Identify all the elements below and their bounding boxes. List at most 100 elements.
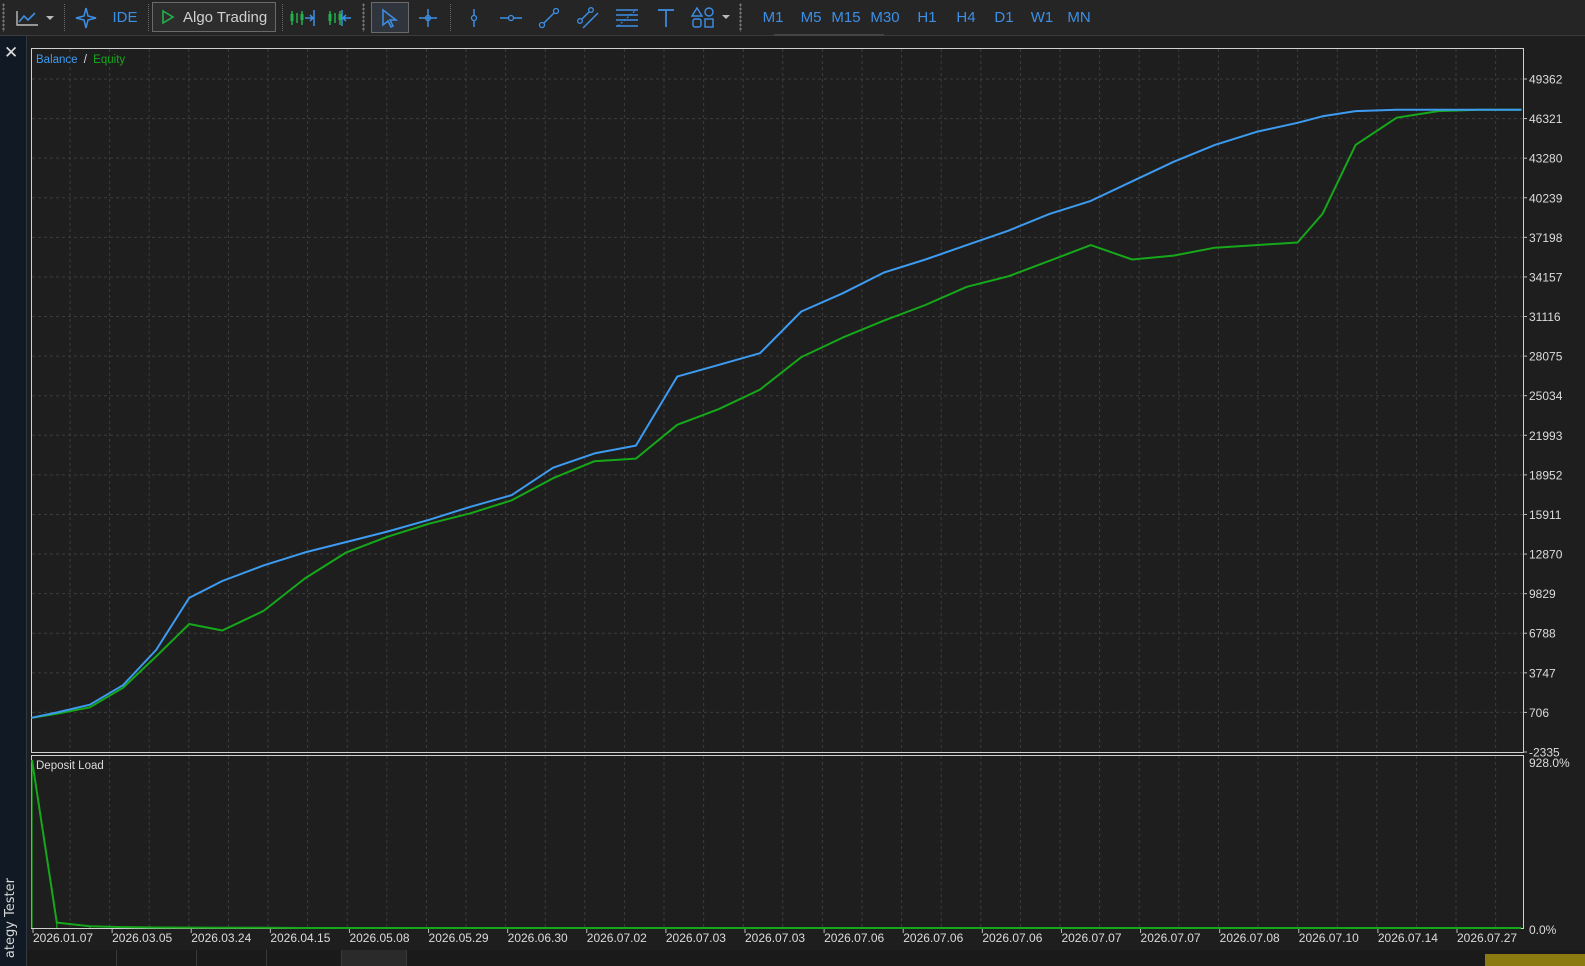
data-point-equity bbox=[221, 629, 224, 632]
deposit-load-bar bbox=[122, 927, 124, 928]
data-point-balance bbox=[1090, 200, 1092, 202]
x-tick-label: 2026.07.06 bbox=[982, 931, 1042, 945]
data-point-equity bbox=[1296, 241, 1299, 244]
legend-balance: Balance bbox=[36, 54, 78, 66]
data-point-equity bbox=[883, 319, 885, 322]
data-point-equity bbox=[345, 551, 348, 554]
chart-area[interactable]: 49362 46321 43280 40239 37198 34157 31116 28075… bbox=[0, 0, 1585, 966]
bottom-tab[interactable] bbox=[116, 950, 197, 966]
data-point-balance bbox=[345, 541, 348, 543]
data-point-equity bbox=[1354, 144, 1357, 146]
deposit-y-top-label: 928.0% bbox=[1529, 756, 1570, 770]
y-tick-label: 21993 bbox=[1529, 429, 1563, 443]
deposit-load-label: Deposit Load bbox=[36, 760, 104, 772]
data-point-balance bbox=[635, 444, 637, 447]
data-point-balance bbox=[841, 292, 844, 295]
data-point-equity bbox=[759, 388, 761, 391]
data-point-equity bbox=[924, 304, 927, 306]
data-point-balance bbox=[304, 551, 306, 554]
data-point-balance bbox=[924, 258, 927, 261]
deposit-load-bar bbox=[89, 926, 91, 928]
x-tick-label: 2026.07.02 bbox=[587, 931, 647, 945]
bottom-tab-active[interactable] bbox=[341, 950, 407, 966]
bottom-tab[interactable] bbox=[196, 950, 267, 966]
data-point-balance bbox=[1214, 144, 1216, 146]
data-point-equity bbox=[1321, 213, 1324, 215]
x-tick-label: 2026.07.14 bbox=[1378, 931, 1438, 945]
y-tick-label: 15911 bbox=[1529, 508, 1562, 522]
data-point-equity bbox=[1048, 260, 1051, 262]
legend: Balance / Equity bbox=[36, 54, 125, 66]
data-point-equity bbox=[635, 457, 637, 460]
y-tick-label: 6788 bbox=[1529, 627, 1556, 641]
legend-separator: / bbox=[84, 54, 88, 66]
deposit-y-bottom-label: 0.0% bbox=[1529, 923, 1557, 937]
data-point-equity bbox=[800, 356, 803, 358]
y-tick-label: 46321 bbox=[1529, 112, 1563, 126]
x-tick-label: 2026.07.08 bbox=[1220, 931, 1280, 945]
data-point-equity bbox=[552, 477, 554, 480]
data-point-equity bbox=[155, 655, 157, 658]
data-point-equity bbox=[1172, 254, 1175, 257]
data-point-balance bbox=[428, 519, 430, 521]
data-point-equity bbox=[89, 706, 91, 709]
status-indicator bbox=[1485, 954, 1585, 966]
legend-equity: Equity bbox=[93, 54, 125, 66]
data-point-balance bbox=[89, 703, 91, 706]
x-tick-label: 2026.01.07 bbox=[33, 931, 93, 945]
data-point-balance bbox=[1296, 122, 1299, 124]
data-point-balance bbox=[511, 494, 513, 496]
data-point-balance bbox=[1255, 131, 1258, 133]
data-point-equity bbox=[966, 286, 968, 288]
y-tick-label: 3747 bbox=[1529, 666, 1556, 680]
data-point-balance bbox=[56, 711, 58, 714]
x-tick-label: 2026.06.30 bbox=[508, 931, 568, 945]
deposit-load-bar bbox=[56, 922, 58, 928]
data-point-balance bbox=[262, 564, 265, 567]
data-point-equity bbox=[511, 499, 513, 502]
x-tick-label: 2026.07.07 bbox=[1141, 931, 1201, 945]
data-point-equity bbox=[428, 522, 430, 525]
x-tick-label: 2026.07.03 bbox=[666, 931, 726, 945]
x-tick-label: 2026.03.05 bbox=[112, 931, 172, 945]
data-point-balance bbox=[1478, 108, 1481, 111]
data-point-equity bbox=[717, 408, 720, 411]
data-point-equity bbox=[469, 512, 472, 515]
y-tick-label: 31116 bbox=[1529, 310, 1561, 324]
deposit-load-bar bbox=[155, 927, 157, 928]
data-point-balance bbox=[1048, 213, 1051, 215]
data-point-balance bbox=[593, 452, 596, 455]
y-tick-label: 28075 bbox=[1529, 350, 1563, 364]
data-point-equity bbox=[1090, 244, 1092, 246]
data-point-balance bbox=[883, 271, 885, 274]
data-point-equity bbox=[262, 610, 265, 612]
y-tick-label: 49362 bbox=[1529, 73, 1563, 87]
x-tick-label: 2026.07.06 bbox=[903, 931, 963, 945]
data-point-equity bbox=[593, 460, 596, 463]
x-tick-label: 2026.07.06 bbox=[824, 931, 884, 945]
data-point-equity bbox=[1131, 258, 1133, 261]
data-point-equity bbox=[1214, 246, 1216, 249]
data-point-balance bbox=[759, 352, 761, 355]
data-point-balance bbox=[1437, 108, 1440, 111]
bottom-tab[interactable] bbox=[406, 950, 482, 966]
y-tick-label: 37198 bbox=[1529, 231, 1563, 245]
bottom-tab[interactable] bbox=[26, 950, 117, 966]
data-point-equity bbox=[122, 687, 124, 689]
data-point-balance bbox=[1354, 110, 1357, 112]
y-tick-label: 34157 bbox=[1529, 270, 1563, 284]
data-point-balance bbox=[1520, 108, 1522, 111]
bottom-tab[interactable] bbox=[266, 950, 342, 966]
data-point-balance bbox=[31, 716, 33, 719]
x-tick-label: 2026.07.27 bbox=[1457, 931, 1517, 945]
deposit-load-bar bbox=[31, 760, 33, 928]
data-point-balance bbox=[1321, 115, 1324, 118]
x-tick-label: 2026.07.10 bbox=[1299, 931, 1359, 945]
y-tick-label: 40239 bbox=[1529, 191, 1563, 205]
data-point-balance bbox=[386, 530, 389, 533]
data-point-balance bbox=[717, 364, 720, 366]
x-tick-label: 2026.04.15 bbox=[270, 931, 330, 945]
data-point-balance bbox=[552, 466, 554, 469]
x-tick-label: 2026.07.07 bbox=[1061, 931, 1121, 945]
data-point-equity bbox=[1396, 116, 1398, 119]
